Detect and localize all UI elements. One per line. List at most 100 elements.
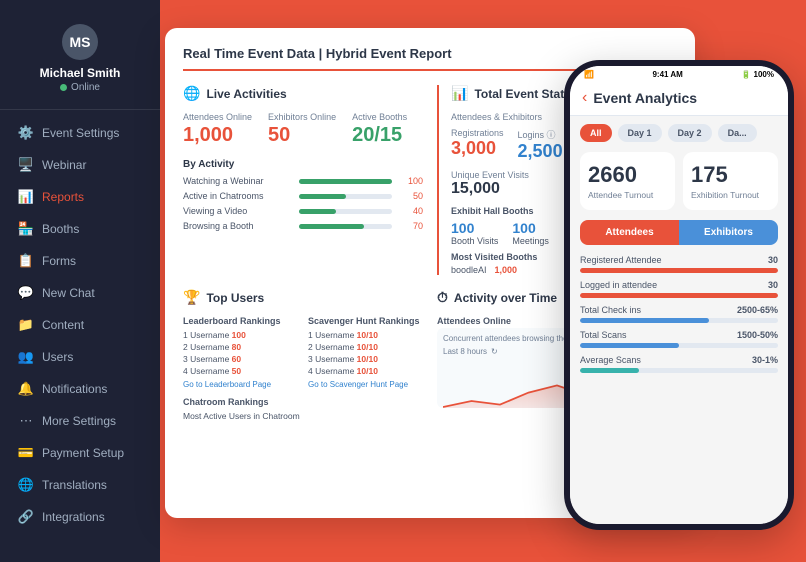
sidebar-item-label: Forms (42, 254, 76, 268)
exhibitors-value: 50 (268, 124, 336, 147)
chatroom-subtitle: Most Active Users in Chatroom (183, 411, 423, 421)
exhibition-turnout-label: Exhibition Turnout (691, 190, 770, 200)
attendees-toggle-btn[interactable]: Attendees (580, 220, 679, 245)
tab-day3[interactable]: Da... (718, 124, 757, 142)
leaderboard-section: Leaderboard Rankings 1 Username 100 2 Us… (183, 316, 298, 389)
attendee-turnout-label: Attendee Turnout (588, 190, 667, 200)
attendees-label: Attendees Online (183, 112, 252, 122)
sidebar-item-integrations[interactable]: 🔗 Integrations (8, 502, 152, 532)
mobile-analytics-card: 📶 9:41 AM 🔋 100% ‹ Event Analytics All D… (564, 60, 794, 530)
integrations-icon: 🔗 (18, 509, 34, 525)
scavenger-hunt-section: Scavenger Hunt Rankings 1 Username 10/10… (308, 316, 423, 389)
chat-icon: 💬 (18, 285, 34, 301)
exhibitors-label: Exhibitors Online (268, 112, 336, 122)
by-activity-title: By Activity (183, 159, 423, 170)
big-numbers-grid: 2660 Attendee Turnout 175 Exhibition Tur… (580, 152, 778, 210)
sidebar-item-booths[interactable]: 🏪 Booths (8, 214, 152, 244)
sidebar-item-label: New Chat (42, 286, 95, 300)
sidebar-item-forms[interactable]: 📋 Forms (8, 246, 152, 276)
activity-row: Active in Chatrooms 50 (183, 191, 423, 201)
attendees-value: 1,000 (183, 124, 252, 147)
meetings: 100 Meetings (512, 220, 549, 246)
active-booths-label: Active Booths (352, 112, 407, 122)
leaderboard-item: 1 Username 100 (183, 330, 298, 340)
live-activities-header: 🌐 Live Activities (183, 85, 423, 102)
sidebar: MS Michael Smith Online ⚙️ Event Setting… (0, 0, 160, 562)
attendee-turnout-card: 2660 Attendee Turnout (580, 152, 675, 210)
exhibitors-online-metric: Exhibitors Online 50 (268, 112, 336, 147)
sidebar-item-users[interactable]: 👥 Users (8, 342, 152, 372)
registrations-stat: Registrations 3,000 (451, 128, 504, 162)
leaderboard-link[interactable]: Go to Leaderboard Page (183, 380, 298, 389)
scavenger-title: Scavenger Hunt Rankings (308, 316, 423, 326)
mobile-stats-list: Registered Attendee 30 Logged in attende… (580, 255, 778, 373)
registrations-value: 3,000 (451, 138, 504, 159)
payment-icon: 💳 (18, 445, 34, 461)
booth-visits: 100 Booth Visits (451, 220, 498, 246)
leaderboard-item: 3 Username 60 (183, 354, 298, 364)
by-activity-section: By Activity Watching a Webinar 100 Activ… (183, 159, 423, 231)
tab-all[interactable]: All (580, 124, 612, 142)
exhibitors-toggle-btn[interactable]: Exhibitors (679, 220, 778, 245)
more-icon: ⋯ (18, 413, 34, 429)
sidebar-item-reports[interactable]: 📊 Reports (8, 182, 152, 212)
signal-icon: 📶 (584, 70, 594, 79)
mobile-body: All Day 1 Day 2 Da... 2660 Attendee Turn… (570, 116, 788, 524)
exhibition-turnout-value: 175 (691, 162, 770, 188)
sidebar-item-webinar[interactable]: 🖥️ Webinar (8, 150, 152, 180)
day-tabs: All Day 1 Day 2 Da... (580, 124, 778, 142)
tab-day1[interactable]: Day 1 (618, 124, 662, 142)
back-button[interactable]: ‹ (582, 89, 587, 107)
sidebar-item-event-settings[interactable]: ⚙️ Event Settings (8, 118, 152, 148)
tab-day2[interactable]: Day 2 (668, 124, 712, 142)
live-activities-label: Live Activities (206, 87, 286, 101)
activity-time-label: Activity over Time (454, 291, 557, 305)
sidebar-nav: ⚙️ Event Settings 🖥️ Webinar 📊 Reports 🏪… (0, 118, 160, 562)
logins-stat: Logins ⓘ 2,500 (518, 128, 563, 162)
scavenger-item: 1 Username 10/10 (308, 330, 423, 340)
stats-icon: 📊 (451, 85, 468, 102)
scavenger-item: 2 Username 10/10 (308, 342, 423, 352)
scavenger-link[interactable]: Go to Scavenger Hunt Page (308, 380, 423, 389)
sidebar-user-profile: MS Michael Smith Online (0, 16, 160, 110)
active-booths-value: 20/15 (352, 124, 407, 147)
scavenger-item: 4 Username 10/10 (308, 366, 423, 376)
battery-level: 100% (754, 70, 774, 79)
content-icon: 📁 (18, 317, 34, 333)
sidebar-item-new-chat[interactable]: 💬 New Chat (8, 278, 152, 308)
user-status: Online (60, 82, 100, 93)
sidebar-item-translations[interactable]: 🌐 Translations (8, 470, 152, 500)
translate-icon: 🌐 (18, 477, 34, 493)
reports-icon: 📊 (18, 189, 34, 205)
activity-row: Viewing a Video 40 (183, 206, 423, 216)
refresh-icon: ↻ (491, 347, 498, 356)
logins-value: 2,500 (518, 141, 563, 162)
mobile-header: ‹ Event Analytics (570, 83, 788, 116)
avatar: MS (62, 24, 98, 60)
chatroom-title: Chatroom Rankings (183, 397, 423, 407)
mobile-time: 9:41 AM (652, 70, 682, 79)
exhibition-turnout-card: 175 Exhibition Turnout (683, 152, 778, 210)
sidebar-item-label: More Settings (42, 414, 116, 428)
top-users-header: 🏆 Top Users (183, 289, 423, 306)
status-text: Online (71, 82, 100, 93)
sidebar-item-content[interactable]: 📁 Content (8, 310, 152, 340)
live-activities-section: 🌐 Live Activities Attendees Online 1,000… (183, 85, 423, 275)
sidebar-item-payment[interactable]: 💳 Payment Setup (8, 438, 152, 468)
activity-row: Browsing a Booth 70 (183, 221, 423, 231)
logged-in-attendee-stat: Logged in attendee 30 (580, 280, 778, 298)
stats-label: Total Event Stats (474, 87, 570, 101)
battery-icon: 🔋 100% (741, 70, 774, 79)
webinar-icon: 🖥️ (18, 157, 34, 173)
sidebar-item-notifications[interactable]: 🔔 Notifications (8, 374, 152, 404)
sidebar-item-label: Content (42, 318, 84, 332)
sidebar-item-label: Event Settings (42, 126, 119, 140)
activity-row: Watching a Webinar 100 (183, 176, 423, 186)
settings-icon: ⚙️ (18, 125, 34, 141)
sidebar-item-more-settings[interactable]: ⋯ More Settings (8, 406, 152, 436)
booths-icon: 🏪 (18, 221, 34, 237)
users-icon: 👥 (18, 349, 34, 365)
username-label: Michael Smith (40, 66, 121, 80)
sidebar-item-label: Booths (42, 222, 79, 236)
sidebar-item-label: Users (42, 350, 73, 364)
